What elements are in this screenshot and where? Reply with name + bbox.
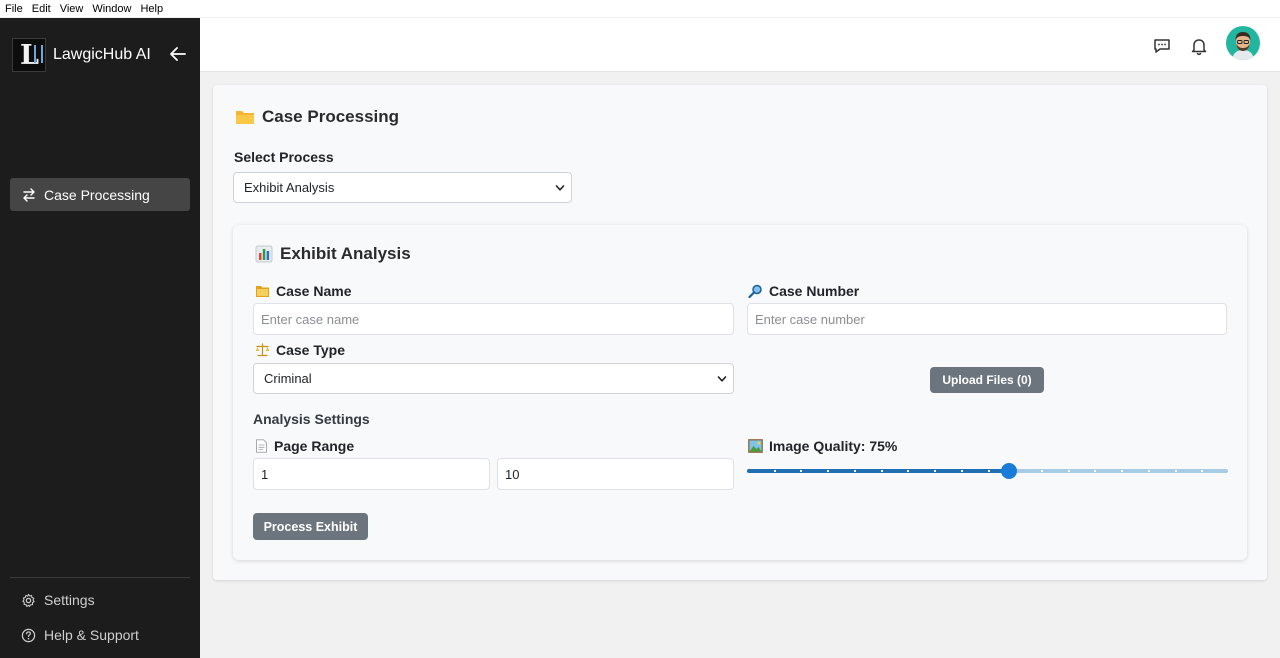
menu-edit[interactable]: Edit xyxy=(32,3,51,15)
chevron-down-icon xyxy=(717,376,727,382)
slider-tick xyxy=(1094,470,1096,472)
upload-files-button[interactable]: Upload Files (0) xyxy=(930,367,1044,393)
sidebar-divider xyxy=(10,577,190,578)
slider-tick xyxy=(1068,470,1070,472)
case-type-value: Criminal xyxy=(264,371,312,386)
slider-tick xyxy=(774,470,776,472)
bar-chart-icon xyxy=(255,245,273,263)
card-index-icon xyxy=(256,286,269,297)
exhibit-analysis-card: Exhibit Analysis Case Name Enter case na… xyxy=(233,225,1247,560)
question-circle-icon xyxy=(21,628,36,642)
slider-tick xyxy=(1175,470,1177,472)
page-range-to-input[interactable]: 10 xyxy=(497,458,734,490)
card-title: Exhibit Analysis xyxy=(255,244,411,264)
case-number-label: Case Number xyxy=(748,283,859,299)
case-processing-panel: Case Processing Select Process Exhibit A… xyxy=(213,85,1267,580)
picture-icon xyxy=(748,439,763,453)
card-title-text: Exhibit Analysis xyxy=(280,244,411,263)
scales-icon xyxy=(255,343,270,357)
slider-tick xyxy=(881,470,883,472)
process-select[interactable]: Exhibit Analysis xyxy=(233,172,572,203)
slider-tick xyxy=(1121,470,1123,472)
slider-tick xyxy=(1041,470,1043,472)
page-range-label: Page Range xyxy=(255,438,354,454)
image-quality-slider[interactable] xyxy=(747,461,1228,481)
case-type-select[interactable]: Criminal xyxy=(253,363,734,394)
panel-title-text: Case Processing xyxy=(262,107,400,126)
slider-tick xyxy=(1201,470,1203,472)
menu-window[interactable]: Window xyxy=(92,3,131,15)
slider-thumb[interactable] xyxy=(1001,463,1017,479)
case-name-label: Case Name xyxy=(255,283,352,299)
settings-label: Settings xyxy=(44,592,95,608)
menu-file[interactable]: File xyxy=(5,3,23,15)
chevron-down-icon xyxy=(555,185,565,191)
bell-icon[interactable] xyxy=(1189,36,1209,56)
top-header xyxy=(200,18,1280,72)
folder-icon xyxy=(236,111,254,124)
page-icon xyxy=(256,439,267,453)
brand-name: LawgicHub AI xyxy=(53,46,151,63)
slider-tick xyxy=(907,470,909,472)
menu-help[interactable]: Help xyxy=(140,3,163,15)
slider-tick xyxy=(827,470,829,472)
avatar[interactable] xyxy=(1226,26,1260,60)
case-name-input[interactable]: Enter case name xyxy=(253,303,734,335)
image-quality-label: Image Quality: 75% xyxy=(748,438,897,454)
process-exhibit-button[interactable]: Process Exhibit xyxy=(253,513,368,540)
case-number-input[interactable]: Enter case number xyxy=(747,303,1227,335)
menu-view[interactable]: View xyxy=(60,3,84,15)
arrows-swap-icon xyxy=(23,187,35,202)
app-menubar: File Edit View Window Help xyxy=(0,0,1280,18)
slider-tick xyxy=(934,470,936,472)
sidebar-item-help-support[interactable]: Help & Support xyxy=(21,627,139,643)
page-range-from-input[interactable]: 1 xyxy=(253,458,490,490)
brand-logo: L xyxy=(12,38,46,72)
gear-icon xyxy=(22,593,35,607)
slider-tick xyxy=(961,470,963,472)
case-type-label: Case Type xyxy=(255,342,345,358)
select-process-label: Select Process xyxy=(234,149,334,165)
slider-tick xyxy=(854,470,856,472)
sidebar-item-case-processing[interactable]: Case Processing xyxy=(10,178,190,211)
brand: L LawgicHub AI xyxy=(12,38,151,72)
panel-title: Case Processing xyxy=(235,107,399,127)
chat-icon[interactable] xyxy=(1152,36,1172,56)
slider-tick xyxy=(800,470,802,472)
help-support-label: Help & Support xyxy=(44,627,139,643)
magnifier-icon xyxy=(748,284,762,298)
process-select-value: Exhibit Analysis xyxy=(244,180,335,195)
slider-tick xyxy=(1148,470,1150,472)
user-avatar-icon xyxy=(1232,32,1254,60)
sidebar-item-settings[interactable]: Settings xyxy=(21,592,95,608)
slider-tick xyxy=(988,470,990,472)
sidebar-item-label: Case Processing xyxy=(44,186,150,203)
slider-fill xyxy=(747,469,1009,473)
sidebar: L LawgicHub AI Case Processing Settings … xyxy=(0,18,200,658)
collapse-sidebar-arrow-icon[interactable] xyxy=(168,44,188,64)
analysis-settings-heading: Analysis Settings xyxy=(253,411,370,427)
